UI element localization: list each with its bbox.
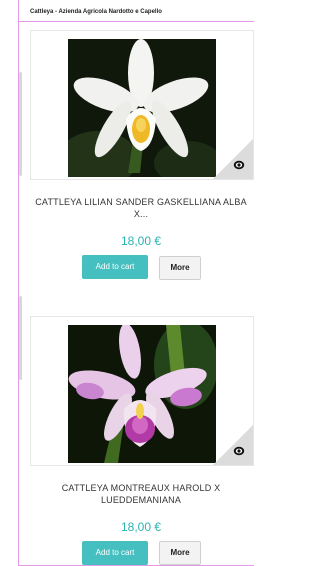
white-orchid-image bbox=[68, 39, 216, 177]
product-price: 18,00 € bbox=[120, 234, 162, 248]
product-image-link[interactable] bbox=[30, 30, 254, 180]
product-name-line2: LUEDDEMANIANA bbox=[100, 495, 182, 505]
product-name-line1: CATTLEYA MONTREAUX HAROLD X bbox=[61, 483, 221, 493]
site-title: Cattleya - Azienda Agricola Nardotto e C… bbox=[30, 9, 162, 15]
more-button[interactable]: More bbox=[159, 541, 201, 565]
product-card: CATTLEYA LILIAN SANDER GASKELLIANA ALBA … bbox=[28, 30, 254, 290]
product-image-link[interactable] bbox=[30, 316, 254, 466]
product-name[interactable]: CATTLEYA LILIAN SANDER GASKELLIANA ALBA … bbox=[28, 196, 254, 220]
product-name-line2: X... bbox=[133, 209, 149, 219]
left-scroll-indicator bbox=[19, 296, 22, 380]
quick-view-eye-icon[interactable] bbox=[233, 445, 245, 457]
product-photo-white-orchid bbox=[68, 39, 216, 177]
frame-border-top bbox=[18, 21, 254, 22]
add-to-cart-button[interactable]: Add to cart bbox=[82, 541, 148, 565]
product-card: CATTLEYA MONTREAUX HAROLD X LUEDDEMANIAN… bbox=[28, 316, 254, 566]
product-name-line1: CATTLEYA LILIAN SANDER GASKELLIANA ALBA bbox=[35, 197, 247, 207]
product-price: 18,00 € bbox=[120, 520, 162, 534]
product-photo-pink-orchid bbox=[68, 325, 216, 463]
quick-view-eye-icon[interactable] bbox=[233, 159, 245, 171]
more-button[interactable]: More bbox=[159, 256, 201, 280]
pink-white-orchid-image bbox=[68, 325, 216, 463]
add-to-cart-button[interactable]: Add to cart bbox=[82, 255, 148, 279]
left-scroll-indicator bbox=[19, 72, 22, 176]
product-name[interactable]: CATTLEYA MONTREAUX HAROLD X LUEDDEMANIAN… bbox=[28, 482, 254, 506]
